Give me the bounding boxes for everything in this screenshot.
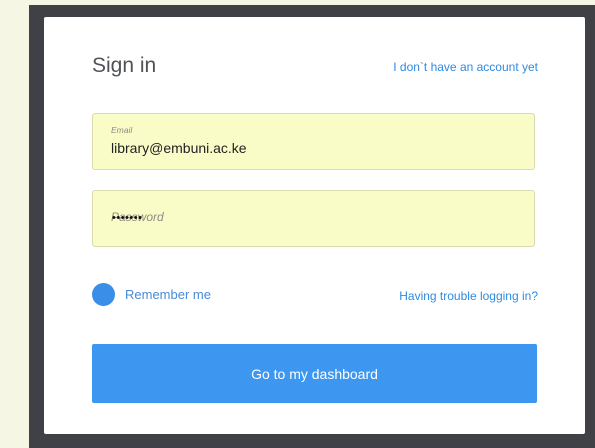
email-label: Email — [111, 125, 133, 135]
password-mask: ••••••• — [112, 212, 143, 224]
no-account-link[interactable]: I don`t have an account yet — [393, 60, 538, 74]
dashboard-button[interactable]: Go to my dashboard — [92, 344, 537, 403]
remember-me-label: Remember me — [125, 287, 211, 302]
page-title: Sign in — [92, 54, 157, 77]
sign-in-card: Sign in I don`t have an account yet Emai… — [44, 17, 585, 434]
password-field[interactable]: Password ••••••• — [92, 190, 535, 247]
email-value: library@embuni.ac.ke — [111, 140, 247, 156]
remember-me-toggle[interactable] — [92, 283, 115, 306]
email-field[interactable]: Email library@embuni.ac.ke — [92, 113, 535, 170]
trouble-logging-in-link[interactable]: Having trouble logging in? — [399, 289, 538, 303]
